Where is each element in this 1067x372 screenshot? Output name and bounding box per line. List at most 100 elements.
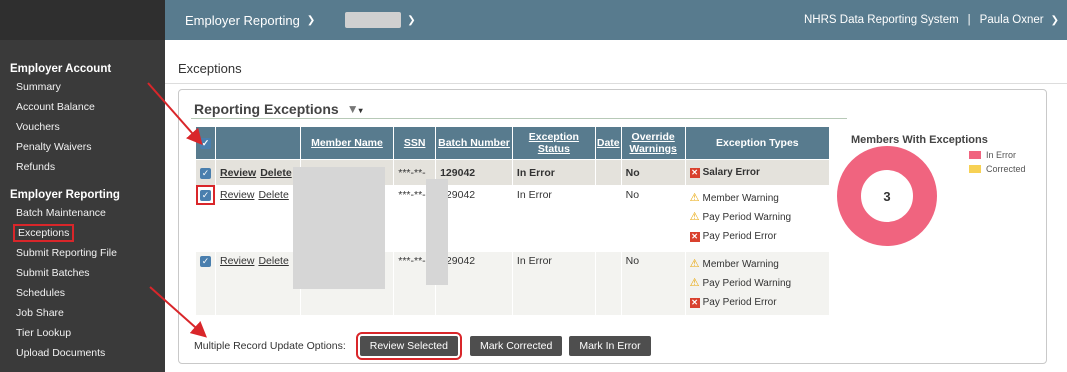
delete-link[interactable]: Delete	[258, 189, 288, 201]
exceptions-table: ✓ Member Name SSN Batch Number Exception…	[195, 126, 831, 316]
exception-type-label: Member Warning	[702, 259, 779, 270]
separator: |	[967, 14, 971, 26]
column-header-member-name[interactable]: Member Name	[299, 126, 395, 160]
legend-item-in-error[interactable]: In Error	[969, 148, 1026, 162]
row-actions: Review Delete	[215, 159, 301, 186]
row-checkbox[interactable]: ✓	[200, 256, 211, 267]
exception-types-cell: ✕ Salary Error	[684, 159, 831, 186]
legend-label: In Error	[986, 150, 1017, 160]
row-actions: Review Delete	[215, 251, 301, 316]
exception-type-label: Pay Period Error	[702, 297, 777, 308]
sidebar-item-vouchers[interactable]: Vouchers	[0, 117, 165, 137]
bulk-update-label: Multiple Record Update Options:	[194, 340, 346, 352]
warning-icon: ⚠	[689, 277, 700, 289]
sidebar-item-summary[interactable]: Summary	[0, 77, 165, 97]
sidebar-item-upload-documents[interactable]: Upload Documents	[0, 343, 165, 363]
column-header-exception-types: Exception Types	[684, 126, 831, 160]
system-name: NHRS Data Reporting System	[804, 14, 959, 26]
table-row: ✓ Review Delete ***-**- 129042 In Error N…	[195, 159, 831, 186]
sidebar-top-strip	[0, 0, 165, 40]
row-checkbox-highlight[interactable]: ✓	[196, 185, 215, 205]
sidebar-item-job-share[interactable]: Job Share	[0, 303, 165, 323]
divider	[165, 83, 1067, 84]
sidebar-item-exceptions[interactable]: Exceptions	[0, 223, 165, 243]
chart-legend: In Error Corrected	[969, 148, 1026, 176]
sidebar-heading-employer-account: Employer Account	[10, 63, 112, 75]
exception-type-label: Salary Error	[702, 167, 760, 178]
column-header-ssn[interactable]: SSN	[393, 126, 437, 160]
page-title: Exceptions	[178, 61, 242, 76]
chevron-down-icon: ❯	[306, 14, 316, 26]
sidebar-item-penalty-waivers[interactable]: Penalty Waivers	[0, 137, 165, 157]
sidebar: Employer Account Summary Account Balance…	[0, 0, 165, 372]
error-icon: ✕	[689, 298, 700, 308]
sidebar-item-batch-maintenance[interactable]: Batch Maintenance	[0, 203, 165, 223]
table-row: ✓ Review Delete ***-**-( 129042 In Error …	[195, 185, 831, 252]
sidebar-item-account-balance[interactable]: Account Balance	[0, 97, 165, 117]
exception-status-cell: In Error	[511, 251, 596, 316]
warning-icon: ⚠	[689, 258, 700, 270]
exception-type-label: Pay Period Warning	[702, 212, 792, 223]
exception-type-label: Member Warning	[702, 193, 779, 204]
error-icon: ✕	[689, 232, 700, 242]
sidebar-item-submit-reporting-file[interactable]: Submit Reporting File	[0, 243, 165, 263]
panel-title-underline	[191, 118, 847, 119]
review-link[interactable]: Review	[220, 255, 254, 267]
error-icon: ✕	[689, 168, 700, 178]
row-select-cell[interactable]: ✓	[195, 185, 216, 252]
filter-icon[interactable]: ▼▾	[347, 102, 363, 116]
select-all-checkbox[interactable]: ✓	[200, 138, 211, 149]
panel-title: Reporting Exceptions ▼▾	[194, 101, 363, 117]
employer-select[interactable]	[345, 12, 402, 28]
sidebar-item-refunds[interactable]: Refunds	[0, 157, 165, 177]
override-warnings-cell: No	[620, 185, 686, 252]
date-cell	[594, 185, 622, 252]
legend-swatch	[969, 165, 981, 173]
row-select-cell[interactable]: ✓	[195, 159, 216, 186]
date-cell	[594, 159, 622, 186]
review-link[interactable]: Review	[220, 167, 256, 179]
exception-type-label: Pay Period Error	[702, 231, 777, 242]
bulk-update-bar: Multiple Record Update Options: Review S…	[194, 332, 651, 360]
chevron-down-icon[interactable]: ❯	[1051, 15, 1059, 26]
delete-link[interactable]: Delete	[258, 255, 288, 267]
exception-types-cell: ⚠ Member Warning ⚠ Pay Period Warning ✕ Pay…	[684, 251, 831, 316]
exception-types-cell: ⚠ Member Warning ⚠ Pay Period Warning ✕ Pay…	[684, 185, 831, 252]
chevron-down-icon[interactable]: ❯	[407, 15, 415, 26]
members-with-exceptions-donut: 3	[837, 146, 937, 246]
legend-swatch	[969, 151, 981, 159]
date-cell	[594, 251, 622, 316]
exceptions-panel: Reporting Exceptions ▼▾ ✓ Member Name SS…	[178, 89, 1047, 364]
mark-corrected-button[interactable]: Mark Corrected	[469, 336, 563, 356]
redaction-block	[426, 179, 448, 285]
user-menu[interactable]: Paula Oxner	[980, 14, 1044, 26]
exception-status-cell: In Error	[511, 159, 596, 186]
row-actions: Review Delete	[215, 185, 301, 252]
sidebar-item-submit-batches[interactable]: Submit Batches	[0, 263, 165, 283]
panel-title-text: Reporting Exceptions	[194, 101, 339, 117]
review-selected-button[interactable]: Review Selected	[355, 332, 462, 360]
column-header-exception-status[interactable]: Exception Status	[511, 126, 596, 160]
override-warnings-cell: No	[620, 159, 686, 186]
delete-link[interactable]: Delete	[260, 167, 292, 179]
employer-reporting-menu[interactable]: Employer Reporting ❯	[185, 13, 315, 28]
column-header-date[interactable]: Date	[594, 126, 622, 160]
mark-in-error-button[interactable]: Mark In Error	[569, 336, 651, 356]
top-bar-right: NHRS Data Reporting System | Paula Oxner…	[804, 14, 1059, 26]
table-row: ✓ Review Delete ***-**-: 129042 In Error …	[195, 251, 831, 316]
row-select-cell[interactable]: ✓	[195, 251, 216, 316]
row-checkbox[interactable]: ✓	[200, 190, 211, 201]
column-header-override-warnings[interactable]: Override Warnings	[620, 126, 686, 160]
sidebar-heading-employer-reporting: Employer Reporting	[10, 189, 120, 201]
select-all-header[interactable]: ✓	[195, 126, 216, 160]
warning-icon: ⚠	[689, 192, 700, 204]
column-header-batch-number[interactable]: Batch Number	[435, 126, 513, 160]
sidebar-item-exceptions-label: Exceptions	[12, 224, 75, 242]
review-link[interactable]: Review	[220, 189, 254, 201]
employer-reporting-menu-label: Employer Reporting	[185, 12, 300, 28]
sidebar-item-tier-lookup[interactable]: Tier Lookup	[0, 323, 165, 343]
sidebar-item-schedules[interactable]: Schedules	[0, 283, 165, 303]
row-checkbox[interactable]: ✓	[200, 167, 211, 179]
legend-label: Corrected	[986, 164, 1026, 174]
legend-item-corrected[interactable]: Corrected	[969, 162, 1026, 176]
